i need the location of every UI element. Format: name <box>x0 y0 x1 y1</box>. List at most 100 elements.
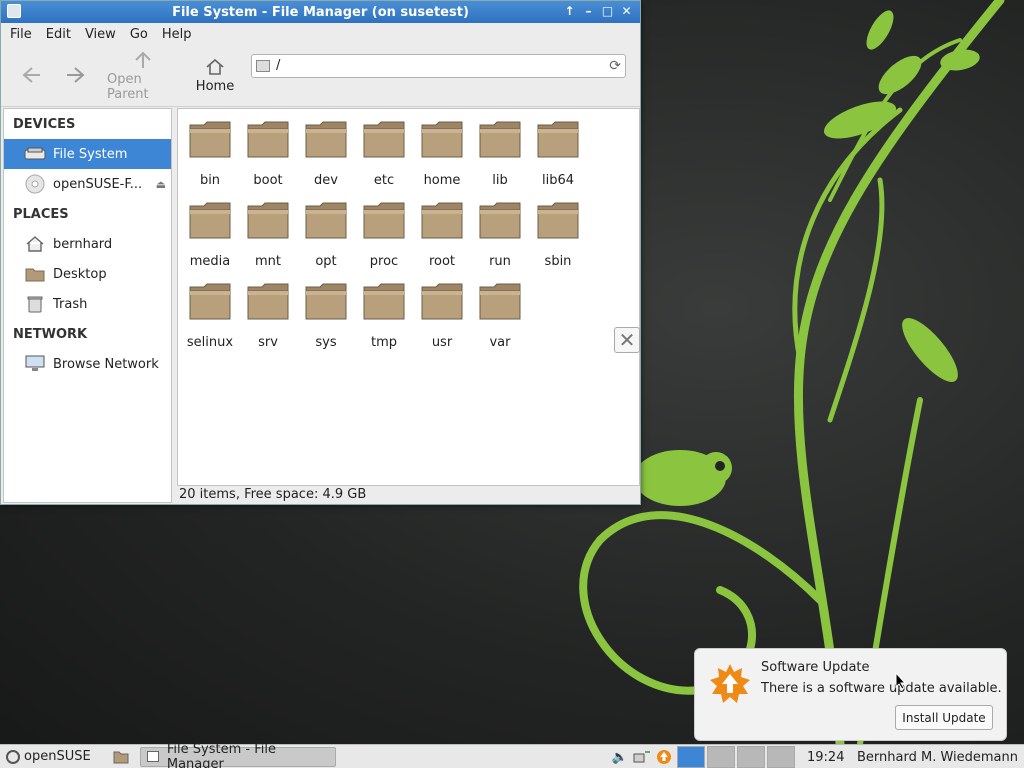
folder-item-root[interactable]: root <box>413 200 471 278</box>
window-titlebar[interactable]: File System - File Manager (on susetest)… <box>1 1 640 23</box>
forward-arrow-icon <box>67 66 85 83</box>
folder-item-sys[interactable]: sys <box>297 281 355 359</box>
mouse-pointer-icon <box>895 672 907 690</box>
folder-item-tmp[interactable]: tmp <box>355 281 413 359</box>
folder-label: sbin <box>544 254 572 269</box>
sidebar-item-file-system[interactable]: File System <box>4 139 171 169</box>
close-preview-icon[interactable]: ✕ <box>614 327 640 353</box>
address-bar[interactable]: / ⟳ <box>251 53 626 78</box>
folder-item-dev[interactable]: dev <box>297 119 355 197</box>
folder-item-sbin[interactable]: sbin <box>529 200 587 278</box>
user-name[interactable]: Bernhard M. Wiedemann <box>857 750 1018 765</box>
folder-label: mnt <box>255 254 281 269</box>
volume-icon[interactable]: 🔈 <box>609 750 631 765</box>
menu-go[interactable]: Go <box>123 27 155 42</box>
folder-label: srv <box>258 335 278 350</box>
folder-item-run[interactable]: run <box>471 200 529 278</box>
sidebar-item-label: File System <box>53 146 128 162</box>
workspace-2[interactable] <box>707 746 735 768</box>
folder-label: tmp <box>370 335 397 350</box>
folder-item-proc[interactable]: proc <box>355 200 413 278</box>
folder-label: boot <box>253 173 283 188</box>
folder-icon <box>305 283 347 320</box>
taskbar-window-label: File System - File Manager <box>166 741 276 768</box>
sidebar-header-places: PLACES <box>13 207 69 222</box>
workspace-4[interactable] <box>767 746 795 768</box>
sidebar-item-trash[interactable]: Trash <box>4 289 171 319</box>
start-menu-button[interactable]: openSUSE <box>0 749 100 764</box>
open-parent-button[interactable]: Open Parent <box>101 48 185 104</box>
sidebar: DEVICES File System openSUSE-F... ⏏ PLAC… <box>3 108 172 503</box>
file-manager-launcher[interactable] <box>110 750 132 764</box>
maximize-window-icon[interactable]: □ <box>600 3 615 19</box>
folder-label: usr <box>431 335 453 350</box>
opensuse-logo-icon <box>6 749 20 764</box>
clock[interactable]: 19:24 <box>807 750 847 765</box>
folder-label: root <box>428 254 456 269</box>
folder-item-lib64[interactable]: lib64 <box>529 119 587 197</box>
folder-item-bin[interactable]: bin <box>181 119 239 197</box>
window-small-icon <box>147 751 159 762</box>
folder-item-selinux[interactable]: selinux <box>181 281 239 359</box>
folder-icon <box>305 202 347 239</box>
drive-small-icon <box>256 59 270 72</box>
eject-icon[interactable]: ⏏ <box>156 178 166 191</box>
minimize-window-icon[interactable]: – <box>581 3 596 19</box>
workspace-3[interactable] <box>737 746 765 768</box>
desktop-folder-icon <box>24 264 46 284</box>
folder-icon <box>189 283 231 320</box>
folder-label: opt <box>315 254 337 269</box>
start-menu-label: openSUSE <box>24 749 91 764</box>
sidebar-item-desktop[interactable]: Desktop <box>4 259 171 289</box>
folder-item-home[interactable]: home <box>413 119 471 197</box>
menu-help[interactable]: Help <box>155 27 199 42</box>
folder-icon <box>537 121 579 158</box>
home-folder-icon <box>24 234 46 254</box>
sidebar-item-label: openSUSE-F... <box>53 176 143 192</box>
folder-icon <box>537 202 579 239</box>
folder-icon <box>421 121 463 158</box>
folder-label: home <box>423 173 461 188</box>
folder-item-mnt[interactable]: mnt <box>239 200 297 278</box>
folder-icon <box>363 202 405 239</box>
taskbar-window-file-manager[interactable]: File System - File Manager <box>140 742 336 768</box>
window-icon[interactable] <box>7 4 21 18</box>
back-arrow-icon <box>22 66 40 83</box>
workspace-1[interactable] <box>677 746 705 768</box>
shade-window-icon[interactable]: ↑ <box>562 3 577 19</box>
refresh-icon[interactable]: ⟳ <box>609 58 621 74</box>
install-update-button[interactable]: Install Update <box>895 705 993 730</box>
folder-item-etc[interactable]: etc <box>355 119 413 197</box>
folder-item-boot[interactable]: boot <box>239 119 297 197</box>
close-window-icon[interactable]: ✕ <box>619 3 634 19</box>
file-icon-view[interactable]: bin boot dev etc home lib lib64 media mnt opt proc… <box>177 108 640 486</box>
software-update-tray-icon[interactable] <box>653 749 675 765</box>
folder-item-usr[interactable]: usr <box>413 281 471 359</box>
folder-item-srv[interactable]: srv <box>239 281 297 359</box>
folder-label: selinux <box>186 335 234 350</box>
notification-body: There is a software update available. <box>761 681 1002 696</box>
folder-item-var[interactable]: var <box>471 281 529 359</box>
back-button[interactable] <box>11 48 51 104</box>
menu-edit[interactable]: Edit <box>39 27 78 42</box>
sidebar-item-label: Desktop <box>53 266 107 282</box>
home-icon <box>206 58 224 75</box>
folder-label: media <box>189 254 231 269</box>
network-tray-icon[interactable] <box>631 750 653 764</box>
home-button[interactable]: Home <box>185 48 245 104</box>
folder-item-lib[interactable]: lib <box>471 119 529 197</box>
sidebar-header-devices: DEVICES <box>13 117 76 132</box>
folder-label: dev <box>314 173 338 188</box>
sidebar-item-browse-network[interactable]: Browse Network <box>4 349 171 379</box>
sidebar-item-opensuse-disc[interactable]: openSUSE-F... ⏏ <box>4 169 171 199</box>
menu-file[interactable]: File <box>3 27 39 42</box>
forward-button[interactable] <box>51 48 101 104</box>
system-tray: 🔈 19:24 Bernhard M. Wiedemann <box>609 745 1024 768</box>
folder-item-opt[interactable]: opt <box>297 200 355 278</box>
menu-view[interactable]: View <box>78 27 123 42</box>
folder-launcher-icon <box>113 751 129 763</box>
folder-item-media[interactable]: media <box>181 200 239 278</box>
folder-icon <box>421 202 463 239</box>
sidebar-item-bernhard[interactable]: bernhard <box>4 229 171 259</box>
folder-icon <box>247 202 289 239</box>
